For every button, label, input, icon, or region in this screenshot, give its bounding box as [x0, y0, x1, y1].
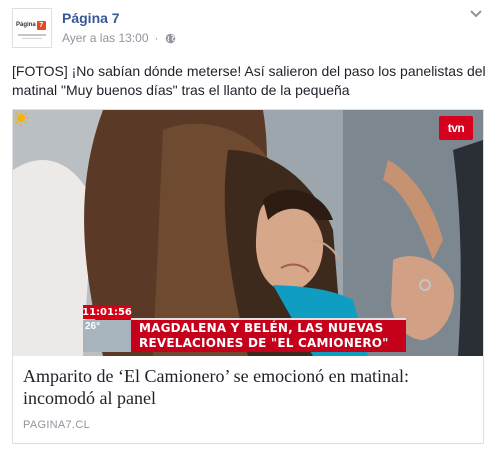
- post-header: Página 7 Página 7 Ayer a las 13:00 ·: [12, 8, 485, 48]
- avatar-logo-underline-secondary: [22, 38, 42, 39]
- link-preview-image[interactable]: tvn 11:01:56 26° MAGDALENA Y BELÉN, LAS …: [13, 110, 483, 356]
- link-title[interactable]: Amparito de ‘El Camionero’ se emocionó e…: [23, 365, 475, 409]
- avatar-logo-number: 7: [36, 20, 46, 30]
- chevron-down-icon[interactable]: [469, 8, 483, 20]
- post-meta: Ayer a las 13:00 ·: [62, 31, 176, 45]
- post-timestamp[interactable]: Ayer a las 13:00: [62, 31, 149, 45]
- avatar-logo-underline: [18, 34, 46, 36]
- tv-temperature: 26°: [85, 321, 101, 332]
- avatar-logo-text: Página: [16, 22, 36, 28]
- tv-headline-line-1: MAGDALENA Y BELÉN, LAS NUEVAS: [139, 321, 384, 335]
- link-domain: PAGINA7.CL: [23, 419, 90, 431]
- link-preview-card[interactable]: tvn 11:01:56 26° MAGDALENA Y BELÉN, LAS …: [12, 109, 484, 444]
- meta-separator: ·: [154, 31, 159, 45]
- tv-clock: 11:01:56: [82, 305, 132, 319]
- tv-headline-bar: MAGDALENA Y BELÉN, LAS NUEVAS REVELACION…: [131, 318, 406, 352]
- avatar-logo: Página 7: [16, 19, 48, 31]
- sun-icon: [13, 110, 29, 126]
- page-avatar[interactable]: Página 7: [12, 8, 52, 48]
- post-text: [FOTOS] ¡No sabían dónde meterse! Así sa…: [12, 63, 486, 98]
- tv-headline-line-2: REVELACIONES DE "EL CAMIONERO": [139, 336, 389, 350]
- page-name-link[interactable]: Página 7: [62, 10, 120, 26]
- globe-icon[interactable]: [165, 33, 176, 44]
- tvn-channel-logo: tvn: [439, 116, 473, 140]
